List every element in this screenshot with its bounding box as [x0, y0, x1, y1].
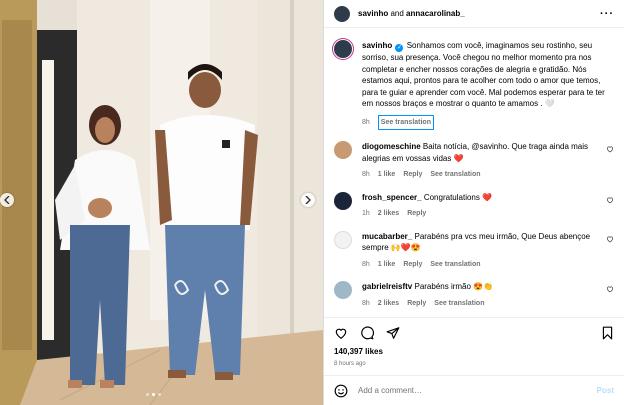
comment-likes[interactable]: 2 likes	[378, 208, 399, 220]
comment-item: frosh_spencer_ Congratulations ❤️ 1h 2 l…	[334, 191, 614, 220]
post-authors: savinho and annacarolinab_	[358, 9, 465, 18]
comment-time[interactable]: 8h	[362, 169, 370, 181]
like-comment-heart-icon[interactable]	[606, 196, 614, 204]
comments-section[interactable]: savinho ✓ Sonhamos com você, imaginamos …	[324, 28, 624, 317]
like-heart-icon[interactable]	[334, 326, 348, 340]
reply-button[interactable]: Reply	[407, 298, 426, 310]
carousel-dot-active	[152, 393, 155, 396]
reply-button[interactable]: Reply	[407, 208, 426, 220]
post-comment-button[interactable]: Post	[597, 386, 614, 395]
coauthor-link[interactable]: annacarolinab_	[406, 9, 465, 18]
comment-username[interactable]: mucabarber_	[362, 232, 412, 241]
caption-time[interactable]: 8h	[362, 117, 370, 129]
comment-meta: 8h 2 likes Reply See translation	[362, 298, 612, 310]
avatar[interactable]	[334, 230, 352, 249]
avatar[interactable]	[334, 40, 352, 58]
comment-time[interactable]: 8h	[362, 259, 370, 271]
verified-badge-icon: ✓	[395, 44, 404, 52]
add-comment-bar: Add a comment… Post	[324, 375, 624, 405]
photo-couple	[0, 0, 323, 405]
comment-meta: 1h 2 likes Reply	[362, 208, 612, 220]
comment-username[interactable]: frosh_spencer_	[362, 193, 422, 202]
reply-button[interactable]: Reply	[403, 259, 422, 271]
comment-body: mucabarber_ Parabéns pra vcs meu irmão, …	[362, 231, 612, 271]
see-translation-link[interactable]: See translation	[377, 114, 434, 130]
comment-username[interactable]: diogomeschine	[362, 142, 421, 151]
avatar[interactable]	[334, 5, 350, 22]
see-translation-link[interactable]: See translation	[430, 169, 480, 181]
reply-button[interactable]: Reply	[403, 169, 422, 181]
avatar[interactable]	[334, 191, 352, 210]
post-details-panel: savinho and annacarolinab_ ··· savinho ✓…	[323, 0, 624, 405]
more-options-icon[interactable]: ···	[600, 8, 614, 20]
post-actions	[324, 317, 624, 347]
emoji-icon[interactable]	[334, 384, 348, 398]
comment-item: gabrielreisftv Parabéns irmão 😍👏 8h 2 li…	[334, 281, 614, 309]
save-bookmark-icon[interactable]	[601, 326, 614, 340]
comment-meta: 8h 1 like Reply See translation	[362, 259, 612, 271]
comment-text: Parabéns irmão 😍👏	[414, 282, 494, 291]
like-comment-heart-icon[interactable]	[606, 235, 614, 243]
author-link[interactable]: savinho	[358, 9, 388, 18]
post-time: 8 hours ago	[334, 361, 366, 367]
comment-item: diogomeschine Baita notícia, @savinho. Q…	[334, 141, 614, 181]
comment-icon[interactable]	[360, 325, 374, 340]
comment-body: diogomeschine Baita notícia, @savinho. Q…	[362, 141, 612, 181]
comment-meta: 8h 1 like Reply See translation	[362, 169, 612, 181]
comment-likes[interactable]: 1 like	[378, 259, 396, 271]
post-image[interactable]	[0, 0, 323, 405]
comment-text: Congratulations ❤️	[423, 192, 493, 202]
share-icon[interactable]	[386, 326, 400, 340]
post-header: savinho and annacarolinab_ ···	[324, 0, 624, 28]
avatar[interactable]	[334, 281, 352, 299]
next-image-button[interactable]	[301, 193, 315, 207]
caption: savinho ✓ Sonhamos com você, imaginamos …	[334, 40, 614, 130]
likes-count[interactable]: 140,397 likes	[324, 347, 624, 359]
add-comment-input[interactable]: Add a comment…	[358, 386, 422, 395]
see-translation-link[interactable]: See translation	[430, 259, 480, 271]
comment-time[interactable]: 1h	[362, 208, 370, 220]
comment-likes[interactable]: 1 like	[378, 169, 396, 181]
comment-likes[interactable]: 2 likes	[378, 298, 399, 310]
and-separator: and	[388, 9, 407, 18]
like-comment-heart-icon[interactable]	[606, 285, 614, 293]
carousel-dot	[158, 393, 161, 396]
caption-text: Sonhamos com você, imaginamos seu rostin…	[362, 41, 605, 108]
comment-username[interactable]: gabrielreisftv	[362, 282, 412, 291]
caption-body: savinho ✓ Sonhamos com você, imaginamos …	[362, 40, 614, 130]
chevron-right-icon	[305, 196, 311, 204]
carousel-dot	[146, 393, 149, 396]
carousel-indicator	[146, 393, 161, 396]
comment-item: mucabarber_ Parabéns pra vcs meu irmão, …	[334, 230, 614, 271]
comment-body: gabrielreisftv Parabéns irmão 😍👏 8h 2 li…	[362, 281, 612, 309]
caption-username[interactable]: savinho	[362, 41, 392, 50]
previous-image-button[interactable]	[0, 193, 14, 207]
like-comment-heart-icon[interactable]	[606, 145, 614, 153]
chevron-left-icon	[4, 196, 10, 204]
caption-meta: 8h See translation	[362, 114, 614, 130]
avatar[interactable]	[334, 141, 352, 159]
see-translation-link[interactable]: See translation	[434, 298, 484, 310]
comment-time[interactable]: 8h	[362, 298, 370, 310]
comment-body: frosh_spencer_ Congratulations ❤️ 1h 2 l…	[362, 192, 612, 220]
